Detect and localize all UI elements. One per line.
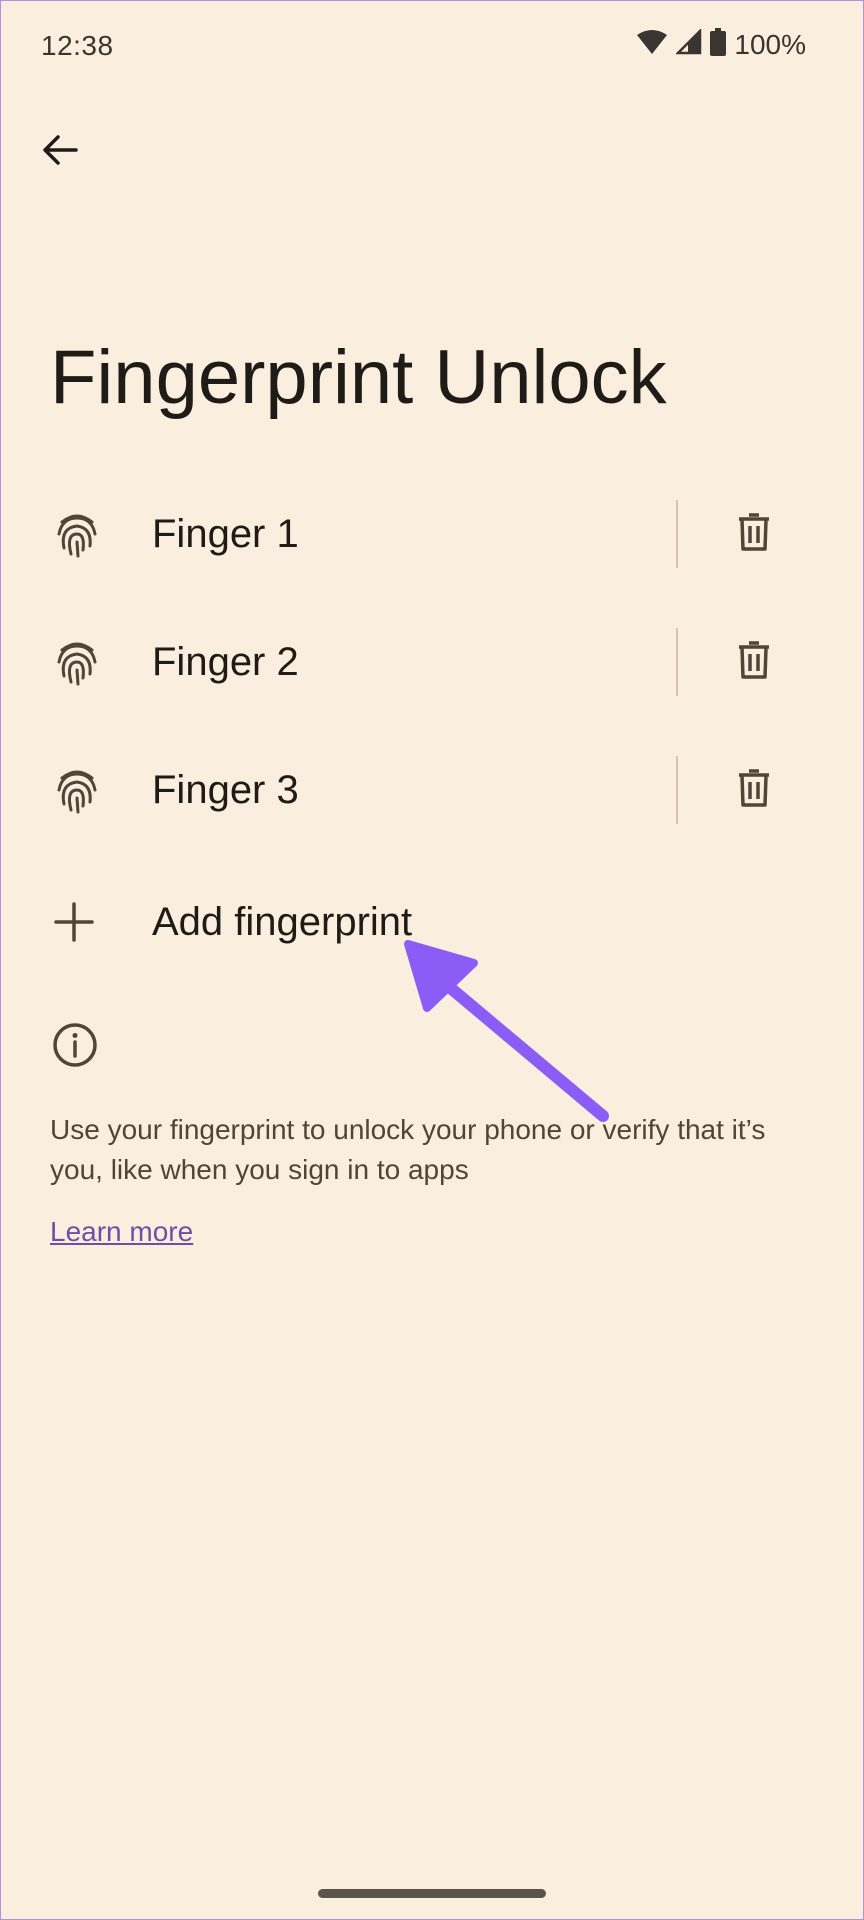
battery-percentage: 100% xyxy=(734,28,806,60)
info-description: Use your fingerprint to unlock your phon… xyxy=(50,1114,766,1185)
row-divider xyxy=(676,628,678,696)
fingerprint-icon xyxy=(54,638,100,686)
annotation-arrow-shaft xyxy=(441,979,609,1122)
status-icons: 100% xyxy=(636,27,806,61)
add-fingerprint-label: Add fingerprint xyxy=(152,900,413,944)
cell-signal-icon xyxy=(675,27,702,60)
fingerprint-label: Finger 1 xyxy=(152,512,299,556)
fingerprint-row-2[interactable]: Finger 2 xyxy=(0,598,864,726)
delete-finger-1-button[interactable] xyxy=(724,504,784,564)
learn-more-link[interactable]: Learn more xyxy=(50,1212,193,1252)
delete-finger-2-button[interactable] xyxy=(724,632,784,692)
wifi-icon xyxy=(636,29,668,60)
page-title: Fingerprint Unlock xyxy=(50,335,667,420)
battery-icon xyxy=(710,28,727,61)
arrow-back-icon xyxy=(42,134,78,171)
trash-icon xyxy=(737,768,771,813)
delete-finger-3-button[interactable] xyxy=(724,760,784,820)
navigation-handle[interactable] xyxy=(318,1889,546,1898)
info-icon xyxy=(52,1022,98,1068)
fingerprint-icon xyxy=(54,510,100,558)
fingerprint-row-3[interactable]: Finger 3 xyxy=(0,726,864,854)
status-time: 12:38 xyxy=(41,30,114,61)
fingerprint-label: Finger 2 xyxy=(152,640,299,684)
plus-icon xyxy=(52,900,96,944)
status-bar: 12:38 100% xyxy=(0,0,864,96)
row-divider xyxy=(676,756,678,824)
trash-icon xyxy=(737,512,771,557)
row-divider xyxy=(676,500,678,568)
fingerprint-icon xyxy=(54,766,100,814)
back-button[interactable] xyxy=(30,122,90,182)
fingerprint-row-1[interactable]: Finger 1 xyxy=(0,470,864,598)
add-fingerprint-button[interactable]: Add fingerprint xyxy=(0,858,864,986)
fingerprint-label: Finger 3 xyxy=(152,768,299,812)
trash-icon xyxy=(737,640,771,685)
